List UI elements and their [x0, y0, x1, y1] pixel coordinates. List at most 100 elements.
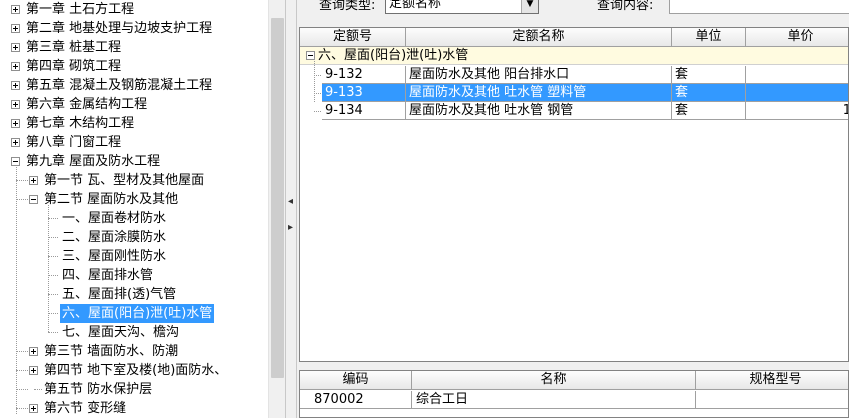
tree-connector — [314, 111, 321, 112]
tree-item-label: 一、屋面卷材防水 — [62, 211, 167, 226]
query-type-select[interactable]: 定额名称 ▼ — [385, 0, 539, 14]
tree-item-label: 三、屋面刚性防水 — [62, 249, 167, 264]
tree-item[interactable]: 第一节 瓦、型材及其他屋面 — [0, 171, 268, 190]
expand-icon[interactable] — [11, 62, 20, 71]
chapter-tree[interactable]: 第一章 土石方工程 第二章 地基处理与边坡支护工程第三章 桩基工程第四章 砌筑工程… — [0, 0, 268, 418]
tree-item[interactable]: 二、屋面涂膜防水 — [0, 228, 268, 247]
tree-item[interactable]: 一、屋面卷材防水 — [0, 209, 268, 228]
tree-item[interactable]: 第一章 土石方工程 — [0, 0, 268, 19]
table-row[interactable]: 9-133 屋面防水及其他 吐水管 塑料管套 — [300, 84, 848, 102]
table-cell-price — [746, 66, 848, 84]
expand-icon[interactable] — [11, 24, 20, 33]
tree-scrollbar[interactable] — [268, 0, 285, 418]
tree-item[interactable]: 第四章 砌筑工程 — [0, 57, 268, 76]
tree-item-label: 第三章 桩基工程 — [26, 40, 122, 55]
tree-connector — [16, 389, 28, 390]
expand-icon[interactable] — [29, 366, 38, 375]
table-cell-name: 综合工日 — [412, 391, 696, 409]
query-type-label: 查询类型: — [319, 0, 376, 13]
table-row[interactable]: 9-132 屋面防水及其他 阳台排水口套 — [300, 66, 848, 84]
query-content-label: 查询内容: — [597, 0, 654, 13]
table-cell-price: 1 — [746, 102, 848, 120]
table-cell-name: 屋面防水及其他 吐水管 塑料管 — [406, 84, 672, 102]
quota-table[interactable]: 定额号 定额名称 单位 单价 六、屋面(阳台)泄(吐)水管 9-132 屋面防水及… — [299, 27, 849, 362]
tree-connector — [16, 408, 28, 409]
chevron-down-icon[interactable]: ▼ — [521, 0, 538, 13]
tree-item-label: 四、屋面排水管 — [62, 268, 154, 283]
column-header[interactable]: 单价 — [746, 28, 848, 47]
tree-item[interactable]: 第五节 防水保护层 — [0, 380, 268, 399]
tree-item[interactable]: 六、屋面(阳台)泄(吐)水管 — [0, 304, 268, 323]
expand-icon[interactable] — [29, 404, 38, 413]
expand-icon[interactable] — [11, 119, 20, 128]
tree-item[interactable]: 第四节 地下室及楼(地)面防水、 — [0, 361, 268, 380]
collapse-icon[interactable] — [29, 195, 38, 204]
expand-icon[interactable] — [11, 43, 20, 52]
column-header[interactable]: 规格型号 — [696, 371, 848, 390]
tree-item[interactable]: 三、屋面刚性防水 — [0, 247, 268, 266]
tree-item[interactable]: 第七章 木结构工程 — [0, 114, 268, 133]
expand-icon[interactable] — [29, 347, 38, 356]
table-cell-spec — [696, 391, 848, 409]
tree-item[interactable]: 第六节 变形缝 — [0, 399, 268, 418]
scroll-up-icon[interactable] — [269, 0, 286, 17]
tree-item[interactable]: 四、屋面排水管 — [0, 266, 268, 285]
tree-item[interactable]: 第二章 地基处理与边坡支护工程 — [0, 19, 268, 38]
group-label: 六、屋面(阳台)泄(吐)水管 — [318, 48, 469, 63]
tree-item[interactable]: 五、屋面排(透)气管 — [0, 285, 268, 304]
column-header[interactable]: 名称 — [412, 371, 696, 390]
column-header[interactable]: 定额名称 — [406, 28, 672, 47]
query-type-value: 定额名称 — [389, 0, 442, 11]
table-cell-code: 870002 — [300, 391, 412, 409]
query-content-input[interactable] — [669, 0, 849, 14]
tree-item-label: 六、屋面(阳台)泄(吐)水管 — [60, 304, 215, 323]
table-cell-name: 屋面防水及其他 阳台排水口 — [406, 66, 672, 84]
table-row[interactable]: 870002 综合工日 — [300, 391, 848, 409]
tree-item[interactable]: 第六章 金属结构工程 — [0, 95, 268, 114]
quota-panel: 查询类型: 定额名称 ▼ 查询内容: 定额号 定额名称 单位 单价 六、屋面(阳… — [297, 0, 849, 418]
tree-item-label: 第三节 墙面防水、防潮 — [44, 344, 179, 359]
tree-item-label: 第七章 木结构工程 — [26, 116, 135, 131]
expand-icon[interactable] — [11, 100, 20, 109]
material-table[interactable]: 编码 名称 规格型号 870002 综合工日 — [299, 370, 849, 418]
collapse-icon[interactable] — [11, 157, 20, 166]
table-cell-code: 9-132 — [322, 66, 406, 84]
column-header[interactable]: 编码 — [300, 371, 412, 390]
expand-icon[interactable] — [11, 5, 20, 14]
tree-item-label: 第九章 屋面及防水工程 — [26, 154, 161, 169]
tree-connector — [314, 93, 321, 94]
collapse-right-icon[interactable]: ▸ — [288, 222, 293, 233]
collapse-left-icon[interactable]: ◂ — [288, 196, 293, 207]
expand-icon[interactable] — [29, 176, 38, 185]
tree-item-label: 五、屋面排(透)气管 — [62, 287, 177, 302]
table-cell-price — [746, 84, 848, 102]
tree-connector — [48, 294, 58, 295]
table-cell-name: 屋面防水及其他 吐水管 钢管 — [406, 102, 672, 120]
table-cell-unit: 套 — [672, 84, 746, 102]
tree-connector — [314, 75, 321, 76]
tree-connector — [48, 332, 58, 333]
table-cell-unit: 套 — [672, 66, 746, 84]
tree-item[interactable]: 第五章 混凝土及钢筋混凝土工程 — [0, 76, 268, 95]
tree-item[interactable]: 第三节 墙面防水、防潮 — [0, 342, 268, 361]
expand-icon[interactable] — [11, 138, 20, 147]
tree-item[interactable]: 第三章 桩基工程 — [0, 38, 268, 57]
tree-item-label: 第五节 防水保护层 — [44, 382, 153, 397]
panel-splitter[interactable]: ◂ ▸ — [285, 0, 297, 418]
tree-item-label: 七、屋面天沟、檐沟 — [62, 325, 180, 340]
tree-item-label: 二、屋面涂膜防水 — [62, 230, 167, 245]
tree-item-label: 第四节 地下室及楼(地)面防水、 — [44, 363, 228, 378]
expand-icon[interactable] — [11, 81, 20, 90]
tree-item[interactable]: 七、屋面天沟、檐沟 — [0, 323, 268, 342]
table-cell-unit: 套 — [672, 102, 746, 120]
column-header[interactable]: 单位 — [672, 28, 746, 47]
group-row[interactable]: 六、屋面(阳台)泄(吐)水管 — [300, 47, 848, 65]
column-header[interactable]: 定额号 — [300, 28, 406, 47]
tree-item[interactable]: 第八章 门窗工程 — [0, 133, 268, 152]
scroll-thumb[interactable] — [271, 18, 284, 378]
tree-item[interactable]: 第九章 屋面及防水工程 — [0, 152, 268, 171]
tree-item[interactable]: 第二节 屋面防水及其他 — [0, 190, 268, 209]
table-row[interactable]: 9-134屋面防水及其他 吐水管 钢管套1 — [300, 102, 848, 120]
tree-item-label: 第六节 变形缝 — [44, 401, 127, 416]
tree-guide — [48, 205, 49, 332]
